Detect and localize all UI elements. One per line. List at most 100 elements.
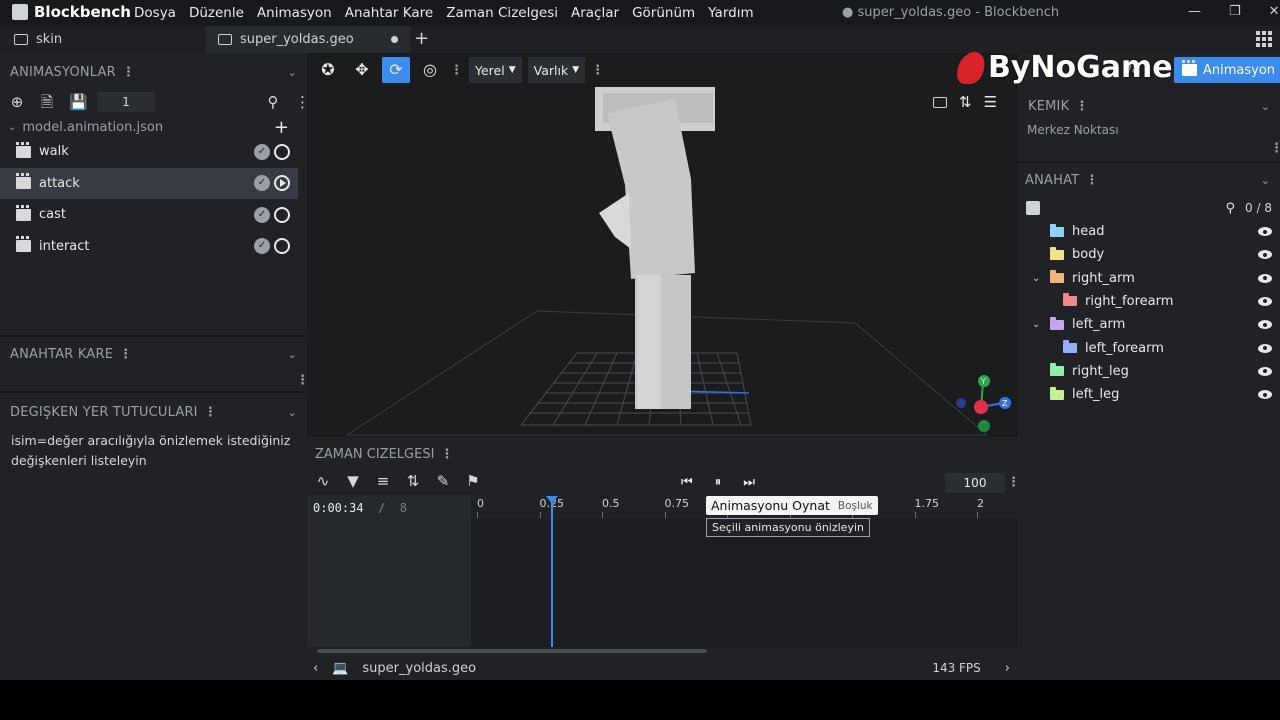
variables-hint[interactable]: isim=değer aracılığıyla önizlemek istedi… [11,431,291,471]
kebab-icon[interactable]: ⋮ [119,347,132,362]
orientation-gizmo[interactable]: Y Z [956,375,1011,432]
time-display[interactable]: 0:00:34 / 8 [313,501,407,515]
neg-y-axis-icon[interactable] [978,420,990,432]
tab-skin[interactable]: skin [2,26,202,53]
kebab-icon[interactable]: ⋮ [1085,173,1098,188]
playhead[interactable] [551,497,553,647]
menu-icon[interactable]: ☰ [984,93,997,111]
previous-frame-icon[interactable]: ⏮ [681,475,693,490]
outliner-node-body[interactable]: body [1032,243,1272,266]
chevron-down-icon[interactable]: ⌄ [288,66,297,79]
animation-item-cast[interactable]: cast ✓ [0,199,298,230]
animation-item-interact[interactable]: interact ✓ [0,231,298,262]
outliner-node-right-arm[interactable]: ⌄ right_arm [1032,267,1272,290]
mode-tab-animation[interactable]: Animasyon [1174,57,1280,83]
kebab-icon[interactable]: ⋮ [591,63,604,78]
search-icon[interactable]: ⚲ [1226,201,1236,216]
screenshot-icon[interactable] [933,96,947,108]
kebab-icon[interactable]: ⋮ [1075,99,1088,114]
circle-icon[interactable] [274,143,290,160]
kebab-icon[interactable]: ⋮ [204,405,217,420]
outliner-node-head[interactable]: head [1032,220,1272,243]
menu-düzenle[interactable]: Düzenle [189,5,244,21]
outliner-node-left-arm[interactable]: ⌄ left_arm [1032,313,1272,336]
eye-icon[interactable] [1258,250,1272,260]
outliner-node-left-leg[interactable]: left_leg [1032,383,1272,406]
chevron-down-icon[interactable]: ⌄ [1261,100,1270,113]
circle-icon[interactable] [274,238,290,254]
menu-araçlar[interactable]: Araçlar [571,5,619,21]
eye-icon[interactable] [1258,343,1272,353]
rotate-tool-icon[interactable]: ⟳ [382,57,410,83]
menu-dosya[interactable]: Dosya [134,5,176,21]
align-icon[interactable]: ≡ [375,473,391,489]
chevron-down-icon[interactable]: ⌄ [1261,174,1270,187]
tab-super-yoldas-geo[interactable]: super_yoldas.geo [206,26,410,53]
transform-space-select[interactable]: Yerel ▼ [469,57,522,83]
character-model[interactable] [595,87,715,409]
check-icon[interactable]: ✓ [254,175,270,191]
kebab-icon[interactable]: ⋮ [1270,141,1280,156]
save-file-icon[interactable]: 💾 [69,94,88,110]
chevron-right-icon[interactable]: › [1005,661,1010,676]
search-icon[interactable]: ⚲ [265,94,281,110]
timeline-track-area[interactable] [471,519,1018,647]
new-tab-button[interactable]: + [414,28,429,49]
chevron-down-icon[interactable]: ⌄ [8,122,16,133]
menu-zaman-cizelgesi[interactable]: Zaman Cizelgesi [446,5,558,21]
neg-z-axis-icon[interactable] [956,398,966,408]
check-icon[interactable]: ✓ [254,143,270,160]
close-icon[interactable]: ✕ [1269,4,1280,19]
circle-icon[interactable] [274,206,290,223]
x-axis-icon[interactable] [974,400,988,414]
kebab-icon[interactable]: ⋮ [122,65,135,80]
eye-icon[interactable] [1258,296,1272,306]
apps-grid-icon[interactable] [1256,31,1272,47]
flag-icon[interactable]: ⚑ [465,473,481,489]
filter-icon[interactable]: ▼ [345,473,361,489]
eye-icon[interactable] [1258,227,1272,236]
kebab-icon[interactable]: ⋮ [295,94,310,110]
graph-editor-icon[interactable]: ∿ [315,473,331,489]
play-pause-icon[interactable]: ⏸ [715,475,722,490]
pivot-mode-select[interactable]: Varlık ▼ [527,57,586,83]
animation-item-attack[interactable]: attack ✓ [0,167,298,199]
eye-icon[interactable] [1258,390,1272,400]
chevron-down-icon[interactable]: ⌄ [288,406,297,419]
chevron-down-icon[interactable]: ⌄ [1032,273,1042,284]
outliner-node-right-forearm[interactable]: right_forearm [1032,290,1272,313]
menu-animasyon[interactable]: Animasyon [257,5,332,21]
chevron-down-icon[interactable]: ⌄ [1032,319,1042,330]
pivot-tool-icon[interactable]: ◎ [416,57,444,83]
eye-icon[interactable] [1258,273,1272,283]
move-tool-icon[interactable]: ✥ [348,57,376,83]
kebab-icon[interactable]: ⋮ [440,447,453,462]
chevron-left-icon[interactable]: ‹ [313,661,318,676]
sort-icon[interactable]: ⇅ [405,473,421,489]
check-icon[interactable]: ✓ [254,238,270,254]
check-icon[interactable]: ✓ [254,206,270,223]
play-circle-icon[interactable] [274,175,290,191]
unsaved-dot-icon[interactable] [391,36,398,43]
animation-item-walk[interactable]: walk ✓ [0,136,298,167]
animation-count-input[interactable] [97,92,155,112]
menu-anahtar-kare[interactable]: Anahtar Kare [345,5,433,21]
next-frame-icon[interactable]: ⏭ [743,475,755,490]
import-file-icon[interactable]: 🗎 [39,94,55,110]
outliner-node-left-forearm[interactable]: left_forearm [1032,337,1272,360]
pencil-icon[interactable]: ✎ [435,473,451,489]
add-animation-icon[interactable]: ⊕ [9,94,25,110]
playhead-handle-icon[interactable] [546,496,558,504]
menu-görünüm[interactable]: Görünüm [632,5,695,21]
eye-icon[interactable] [1258,320,1272,330]
transform-axes-icon[interactable]: ⇅ [959,93,972,111]
outliner-node-right-leg[interactable]: right_leg [1032,360,1272,383]
move-pivot-icon[interactable]: ✪ [314,57,342,83]
restore-icon[interactable]: ❐ [1229,4,1241,19]
minimize-icon[interactable]: — [1188,4,1201,19]
viewport-scene[interactable]: Y Z [307,53,1018,437]
kebab-icon[interactable]: ⋮ [450,63,463,78]
add-animation-button[interactable]: + [274,117,289,138]
3d-viewport[interactable]: Y Z ✪ ✥ ⟳ ◎ ⋮ Yerel ▼ Varlık ▼ ⋮ ⇅ ☰ [307,53,1018,437]
menu-yardım[interactable]: Yardım [708,5,753,21]
